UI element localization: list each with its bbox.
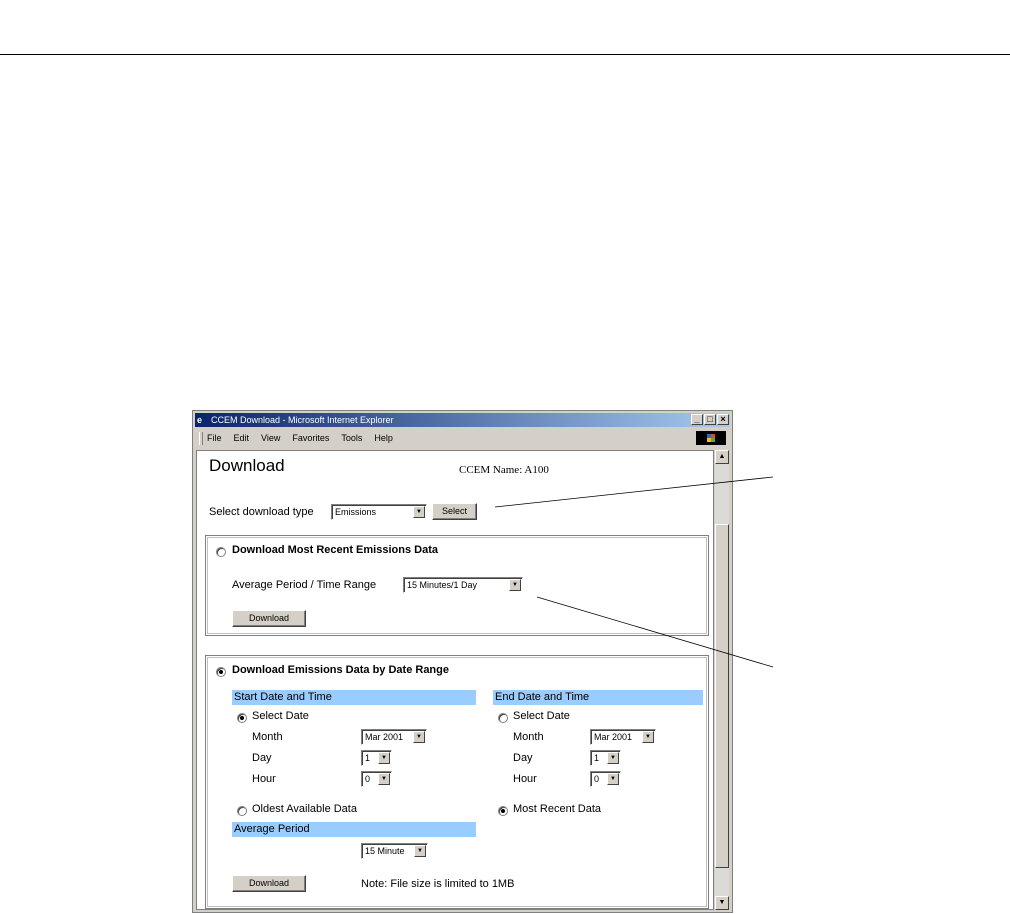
start-day-select[interactable]: 1 ▼ [361, 750, 392, 766]
start-month-select[interactable]: Mar 2001 ▼ [361, 729, 427, 745]
page-content: Download CCEM Name: A100 Select download… [196, 450, 714, 910]
window-title: CCEM Download - Microsoft Internet Explo… [211, 415, 394, 425]
start-hour-label: Hour [252, 773, 276, 785]
end-month-value: Mar 2001 [594, 732, 633, 742]
start-hour-select[interactable]: 0 ▼ [361, 771, 392, 787]
range-avg-value: 15 Minute [365, 846, 405, 856]
start-day-value: 1 [365, 753, 371, 763]
menu-view[interactable]: View [261, 429, 280, 447]
minimize-button[interactable]: _ [691, 414, 703, 425]
end-hour-select[interactable]: 0 ▼ [590, 771, 621, 787]
most-recent-label: Most Recent Data [513, 803, 602, 815]
menu-bar: File Edit View Favorites Tools Help [195, 429, 730, 447]
vertical-scrollbar[interactable]: ▲ ▼ [715, 450, 729, 910]
end-hour-value: 0 [594, 774, 600, 784]
recent-radio[interactable] [216, 547, 226, 557]
avg-band: Average Period [232, 822, 476, 837]
range-avg-select[interactable]: 15 Minute ▼ [361, 843, 428, 859]
end-select-date-radio[interactable] [498, 713, 508, 723]
range-download-button[interactable]: Download [232, 875, 306, 892]
maximize-button[interactable]: □ [704, 414, 716, 425]
chevron-down-icon: ▼ [607, 773, 619, 785]
start-hour-value: 0 [365, 774, 371, 784]
scroll-thumb[interactable] [715, 524, 729, 868]
end-month-select[interactable]: Mar 2001 ▼ [590, 729, 656, 745]
toolbar-grip [199, 432, 203, 445]
avg-period-select[interactable]: 15 Minutes/1 Day ▼ [403, 577, 523, 593]
ie-icon: e [197, 415, 203, 425]
end-day-select[interactable]: 1 ▼ [590, 750, 621, 766]
end-hour-label: Hour [513, 773, 537, 785]
chevron-down-icon: ▼ [642, 731, 654, 743]
oldest-data-radio[interactable] [237, 806, 247, 816]
download-type-label: Select download type [209, 506, 314, 518]
download-type-value: Emissions [335, 507, 377, 517]
menu-help[interactable]: Help [374, 429, 393, 447]
browser-window: e CCEM Download - Microsoft Internet Exp… [192, 410, 733, 913]
menu-favorites[interactable]: Favorites [292, 429, 329, 447]
chevron-down-icon: ▼ [413, 506, 425, 518]
start-month-value: Mar 2001 [365, 732, 404, 742]
end-select-date-label: Select Date [513, 710, 570, 722]
page-rule [0, 54, 1010, 55]
menu-tools[interactable]: Tools [341, 429, 362, 447]
start-month-label: Month [252, 731, 283, 743]
end-day-label: Day [513, 752, 533, 764]
chevron-down-icon: ▼ [378, 773, 390, 785]
select-button[interactable]: Select [432, 503, 477, 520]
chevron-down-icon: ▼ [414, 845, 426, 857]
menu-file[interactable]: File [207, 429, 222, 447]
chevron-down-icon: ▼ [607, 752, 619, 764]
windows-logo-icon [696, 431, 726, 445]
chevron-down-icon: ▼ [509, 579, 521, 591]
scroll-up-icon[interactable]: ▲ [715, 450, 729, 464]
start-band: Start Date and Time [232, 690, 476, 705]
start-select-date-radio[interactable] [237, 713, 247, 723]
menu-edit[interactable]: Edit [234, 429, 250, 447]
start-day-label: Day [252, 752, 272, 764]
chevron-down-icon: ▼ [413, 731, 425, 743]
chevron-down-icon: ▼ [378, 752, 390, 764]
end-month-label: Month [513, 731, 544, 743]
avg-period-value: 15 Minutes/1 Day [407, 580, 478, 590]
recent-heading: Download Most Recent Emissions Data [232, 544, 438, 556]
avg-period-label: Average Period / Time Range [232, 579, 377, 591]
recent-download-button[interactable]: Download [232, 610, 306, 627]
download-type-select[interactable]: Emissions ▼ [331, 504, 427, 520]
range-radio[interactable] [216, 667, 226, 677]
end-day-value: 1 [594, 753, 600, 763]
close-button[interactable]: × [717, 414, 729, 425]
oldest-data-label: Oldest Available Data [252, 803, 357, 815]
most-recent-radio[interactable] [498, 806, 508, 816]
range-heading: Download Emissions Data by Date Range [232, 664, 449, 676]
title-bar: e CCEM Download - Microsoft Internet Exp… [195, 413, 730, 427]
file-size-note: Note: File size is limited to 1MB [361, 878, 515, 890]
ccem-name: CCEM Name: A100 [459, 464, 549, 476]
end-band: End Date and Time [493, 690, 703, 705]
scroll-down-icon[interactable]: ▼ [715, 896, 729, 910]
page-title: Download [209, 456, 285, 475]
start-select-date-label: Select Date [252, 710, 309, 722]
